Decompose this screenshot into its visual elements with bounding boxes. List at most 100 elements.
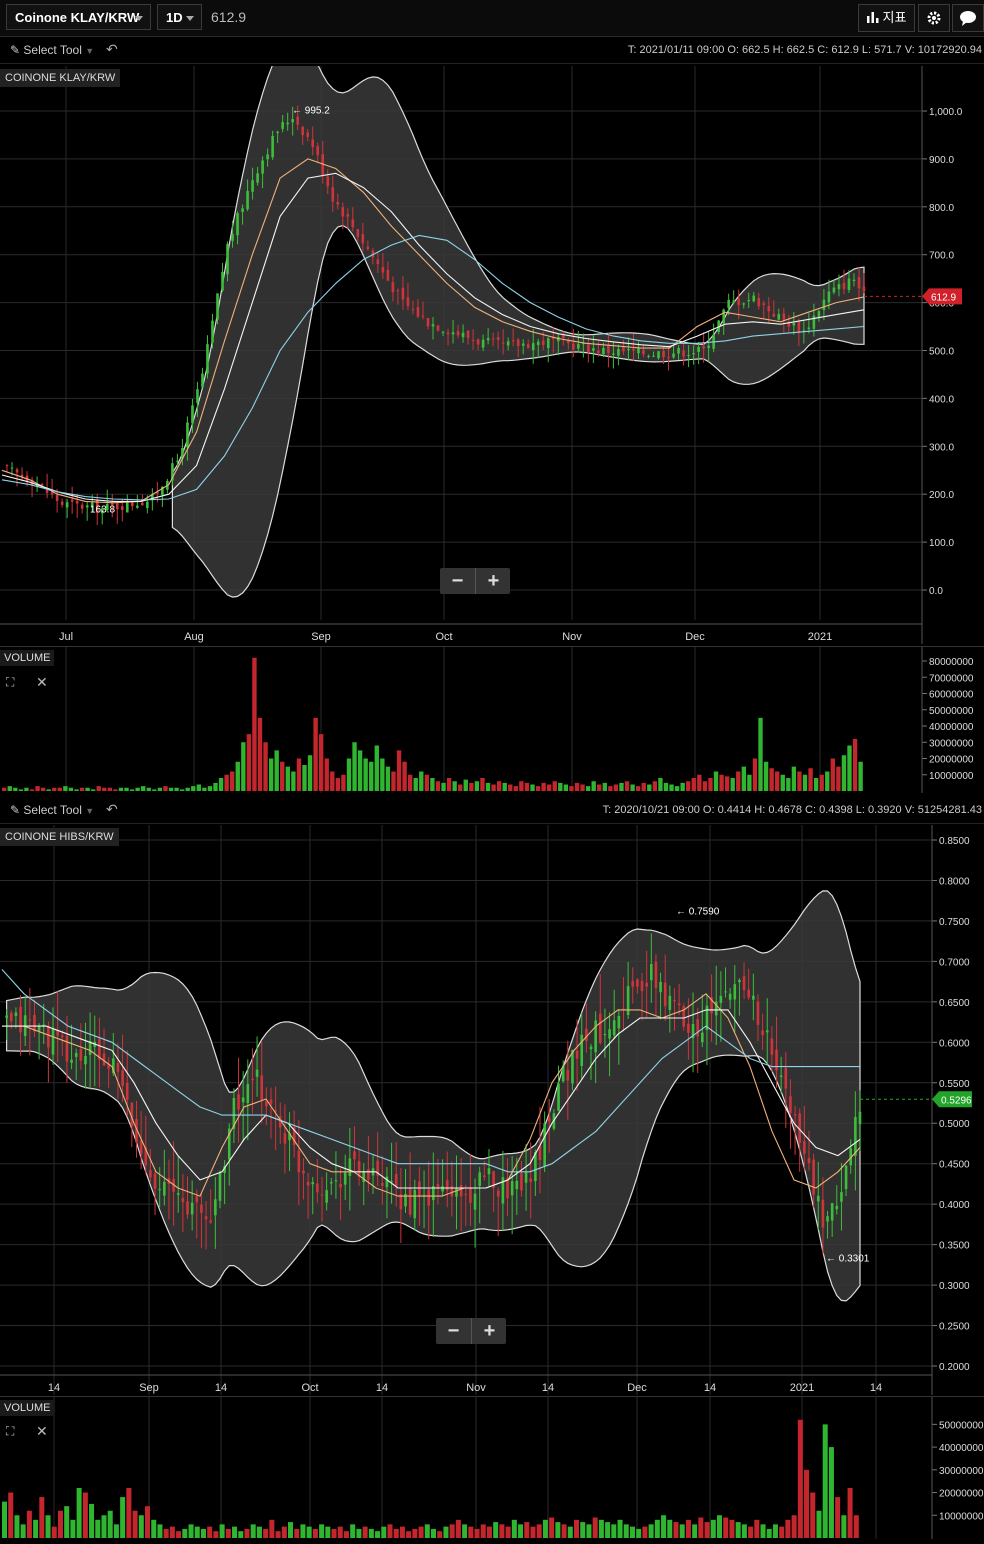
- candle-body: [456, 331, 460, 336]
- volume-bar: [157, 1524, 163, 1538]
- chart2-volume-panel[interactable]: 50000000 40000000 30000000 20000000 10000000…: [0, 1396, 984, 1539]
- volume-bar: [630, 784, 635, 791]
- candle-body: [28, 1019, 32, 1021]
- undo-icon[interactable]: ↶: [106, 801, 118, 818]
- volume-bar: [256, 1526, 262, 1538]
- candle-body: [767, 305, 771, 312]
- volume-bar: [20, 1524, 26, 1538]
- volume-bar: [702, 781, 708, 791]
- candle-body: [283, 1133, 287, 1144]
- volume-bar: [163, 786, 168, 791]
- candle-body: [572, 343, 575, 350]
- y-tick-label: 30000000: [939, 1466, 984, 1477]
- candle-body: [672, 353, 675, 358]
- volume-bar: [380, 758, 385, 791]
- candle-body: [351, 219, 355, 228]
- volume-bar: [424, 774, 430, 791]
- candle-body: [461, 332, 465, 338]
- candle-body: [296, 116, 299, 125]
- candle-body: [200, 1204, 203, 1214]
- candle-body: [757, 297, 761, 307]
- candle-body: [466, 330, 470, 339]
- candle-body: [779, 1075, 783, 1077]
- candle-body: [737, 298, 741, 306]
- chart1-price-panel[interactable]: 1,000.0900.0800.0700.0600.0500.0400.0300…: [0, 35, 984, 644]
- volume-bar: [225, 1528, 231, 1538]
- price-annotation: ← 0.7590: [676, 907, 720, 918]
- y-tick-label: 40000000: [929, 722, 974, 733]
- select-tool-button[interactable]: ✎ Select Tool ▼: [10, 43, 94, 57]
- candle-body: [14, 1012, 18, 1017]
- volume-bar: [350, 1524, 356, 1538]
- zoom-in-button[interactable]: +: [471, 1318, 507, 1344]
- candle-body: [617, 1016, 621, 1029]
- volume-bar: [611, 1524, 617, 1538]
- candle-body: [74, 1052, 78, 1057]
- volume-bar: [766, 1528, 772, 1538]
- close-icon[interactable]: ✕: [36, 674, 48, 691]
- expand-icon[interactable]: ⛶: [6, 1424, 14, 1439]
- volume-bar: [2, 1501, 8, 1538]
- candle-body: [557, 1083, 560, 1111]
- volume-bar: [335, 778, 341, 791]
- volume-bar: [35, 786, 40, 791]
- candle-body: [487, 1168, 491, 1175]
- volume-bar: [200, 1528, 206, 1538]
- candle-body: [446, 332, 450, 335]
- volume-bar: [288, 1522, 294, 1538]
- y-tick-label: 0.4500: [939, 1160, 970, 1171]
- candle-body: [857, 277, 861, 289]
- candle-body: [524, 1172, 528, 1183]
- volume-bar: [519, 781, 524, 791]
- candle-body: [80, 504, 84, 509]
- y-tick-label: 0.8500: [939, 836, 970, 847]
- volume-bar: [661, 1515, 667, 1538]
- y-tick-label: 10000000: [939, 1511, 984, 1522]
- indicator-button[interactable]: 지표: [858, 4, 915, 32]
- x-tick-label: Sep: [139, 1382, 159, 1394]
- candle-body: [19, 1006, 22, 1033]
- interval-select[interactable]: 1D: [157, 4, 202, 30]
- candle-body: [724, 991, 727, 993]
- undo-icon[interactable]: ↶: [106, 41, 118, 58]
- volume-bar: [207, 786, 213, 791]
- volume-bar: [569, 786, 574, 791]
- y-tick-label: 0.7500: [939, 917, 970, 928]
- chat-button[interactable]: [952, 4, 984, 32]
- candle-body: [852, 279, 856, 282]
- volume-bar: [635, 786, 641, 791]
- volume-bar: [413, 778, 418, 791]
- volume-bar: [619, 782, 624, 791]
- zoom-in-button[interactable]: +: [475, 568, 511, 594]
- candle-body: [784, 1067, 788, 1089]
- candle-body: [286, 122, 289, 125]
- candle-body: [812, 1159, 815, 1195]
- zoom-out-button[interactable]: −: [436, 1318, 471, 1344]
- expand-icon[interactable]: ⛶: [6, 675, 14, 690]
- candle-body: [598, 1013, 602, 1043]
- zoom-out-button[interactable]: −: [440, 568, 475, 594]
- candle-body: [682, 350, 685, 357]
- symbol-select[interactable]: Coinone KLAY/KRW: [6, 4, 151, 30]
- settings-button[interactable]: [918, 4, 950, 32]
- candle-body: [251, 180, 254, 192]
- volume-bar: [263, 742, 268, 791]
- candle-body: [261, 160, 264, 174]
- volume-bar: [836, 766, 841, 791]
- select-tool-button[interactable]: ✎ Select Tool ▼: [10, 803, 94, 817]
- candle-body: [176, 1193, 180, 1195]
- volume-bar: [63, 786, 68, 791]
- volume-bar: [518, 1524, 524, 1538]
- candle-body: [271, 136, 274, 158]
- chart1-volume-panel[interactable]: 80000000 70000000 60000000 50000000 40000000…: [0, 646, 984, 793]
- candle-body: [226, 243, 229, 275]
- candle-body: [191, 405, 194, 424]
- gear-icon: [927, 11, 941, 25]
- candle-body: [231, 234, 234, 241]
- close-icon[interactable]: ✕: [36, 1423, 48, 1440]
- candle-body: [662, 350, 665, 358]
- candle-body: [15, 469, 19, 473]
- chart2-price-panel[interactable]: 0.8500 0.8000 0.7500 0.7000 0.6500 0.6000 0.55…: [0, 825, 984, 1396]
- last-price-label: 612.9: [931, 292, 956, 303]
- candle-body: [515, 1180, 519, 1190]
